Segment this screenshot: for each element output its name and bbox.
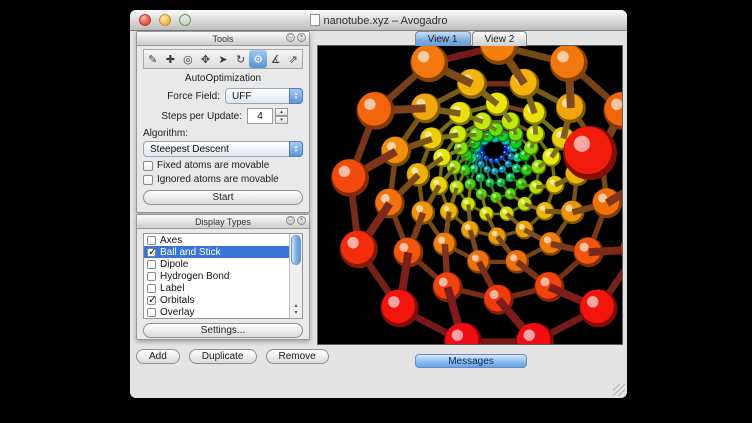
duplicate-button[interactable]: Duplicate [189, 349, 257, 364]
display-type-checkbox[interactable] [147, 236, 156, 245]
tools-palette-title: Tools [212, 34, 233, 44]
force-field-value: UFF [232, 91, 251, 102]
display-type-row[interactable]: Label [144, 282, 289, 294]
display-list-scrollbar[interactable] [289, 234, 302, 318]
scroll-up-icon[interactable] [294, 303, 297, 310]
display-type-row[interactable]: Orbitals [144, 294, 289, 306]
force-field-popup[interactable]: UFF [225, 88, 303, 104]
display-type-checkbox[interactable] [147, 272, 156, 281]
tools-palette-titlebar[interactable]: Tools □ × [137, 32, 309, 46]
display-close-button[interactable]: × [297, 216, 306, 225]
messages-button[interactable]: Messages [415, 354, 527, 368]
draw-tool-icon[interactable]: ✎ [144, 50, 162, 68]
display-type-row[interactable]: Dipole [144, 258, 289, 270]
selection-tool-icon[interactable]: ➤ [214, 50, 232, 68]
steps-per-update-field[interactable]: 4 [247, 108, 273, 124]
display-type-label: Overlay [160, 307, 194, 318]
manipulate-tool-icon[interactable]: ✥ [197, 50, 215, 68]
document-icon [310, 14, 320, 26]
display-float-button[interactable]: □ [286, 216, 295, 225]
display-type-row[interactable]: Hydrogen Bond [144, 270, 289, 282]
tools-body: ✎✚◎✥➤↻⚙∡⇗ AutoOptimization Force Field: … [137, 46, 309, 205]
display-type-label: Label [160, 283, 184, 294]
display-type-checkbox[interactable] [147, 284, 156, 293]
display-types-palette: Display Types □ × AxesBall and StickDipo… [136, 214, 310, 340]
add-button[interactable]: Add [136, 349, 180, 364]
display-body: AxesBall and StickDipoleHydrogen BondLab… [137, 229, 309, 338]
display-type-checkbox[interactable] [147, 308, 156, 317]
ignored-atoms-checkbox[interactable] [143, 175, 153, 185]
fixed-atoms-label: Fixed atoms are movable [157, 160, 269, 171]
tab-view-1[interactable]: View 1 [415, 31, 471, 46]
display-type-row[interactable]: Overlay [144, 306, 289, 318]
view-tab-bar: View 1 View 2 [317, 31, 625, 46]
stepper-up-icon[interactable] [275, 108, 288, 116]
autooptimize-tool-icon[interactable]: ⚙ [249, 50, 267, 68]
align-tool-icon[interactable]: ⇗ [285, 50, 303, 68]
popup-arrows-icon [289, 88, 303, 104]
tool-selector-toolbar: ✎✚◎✥➤↻⚙∡⇗ [143, 49, 303, 69]
display-types-list: AxesBall and StickDipoleHydrogen BondLab… [143, 233, 303, 319]
measure-tool-icon[interactable]: ∡ [267, 50, 285, 68]
resize-grip[interactable] [613, 384, 625, 396]
window-title: nanotube.xyz – Avogadro [190, 14, 567, 27]
start-button[interactable]: Start [143, 190, 303, 205]
autooptimization-title: AutoOptimization [143, 73, 303, 84]
algorithm-label: Algorithm: [143, 128, 188, 139]
popup-arrows-icon [289, 141, 303, 157]
autorotate-tool-icon[interactable]: ↻ [232, 50, 250, 68]
display-type-checkbox[interactable] [147, 260, 156, 269]
display-type-checkbox[interactable] [147, 296, 156, 305]
avogadro-window: nanotube.xyz – Avogadro Tools □ × ✎✚◎✥➤↻… [130, 10, 627, 398]
tools-palette: Tools □ × ✎✚◎✥➤↻⚙∡⇗ AutoOptimization For… [136, 31, 310, 213]
navigate-tool-icon[interactable]: ✚ [162, 50, 180, 68]
force-field-label: Force Field: [143, 91, 225, 102]
display-actions: Add Duplicate Remove [136, 349, 329, 364]
display-type-row[interactable]: Axes [144, 234, 289, 246]
display-palette-title: Display Types [195, 217, 251, 227]
fixed-atoms-checkbox[interactable] [143, 161, 153, 171]
display-type-checkbox[interactable] [147, 248, 156, 257]
bond-centric-tool-icon[interactable]: ◎ [179, 50, 197, 68]
tab-view-2[interactable]: View 2 [472, 31, 528, 46]
display-type-label: Ball and Stick [160, 247, 221, 258]
nanotube-render [318, 46, 622, 344]
display-palette-titlebar[interactable]: Display Types □ × [137, 215, 309, 229]
scrollbar-thumb[interactable] [291, 235, 301, 265]
steps-stepper[interactable] [275, 108, 288, 124]
view-pane: View 1 View 2 Messages [317, 31, 625, 368]
steps-per-update-label: Steps per Update: [143, 111, 247, 122]
display-type-label: Orbitals [160, 295, 194, 306]
ignored-atoms-label: Ignored atoms are movable [157, 174, 279, 185]
display-type-label: Hydrogen Bond [160, 271, 230, 282]
stepper-down-icon[interactable] [275, 116, 288, 124]
algorithm-popup[interactable]: Steepest Descent [143, 141, 303, 157]
scroll-down-icon[interactable] [294, 310, 297, 317]
gl-viewport[interactable] [317, 45, 623, 345]
display-type-label: Dipole [160, 259, 188, 270]
display-type-row[interactable]: Ball and Stick [144, 246, 289, 258]
tools-close-button[interactable]: × [297, 33, 306, 42]
algorithm-value: Steepest Descent [150, 144, 229, 155]
settings-button[interactable]: Settings... [143, 323, 303, 338]
window-titlebar: nanotube.xyz – Avogadro [130, 10, 627, 31]
minimize-button[interactable] [159, 14, 171, 26]
close-button[interactable] [139, 14, 151, 26]
tools-float-button[interactable]: □ [286, 33, 295, 42]
display-type-label: Axes [160, 235, 182, 246]
